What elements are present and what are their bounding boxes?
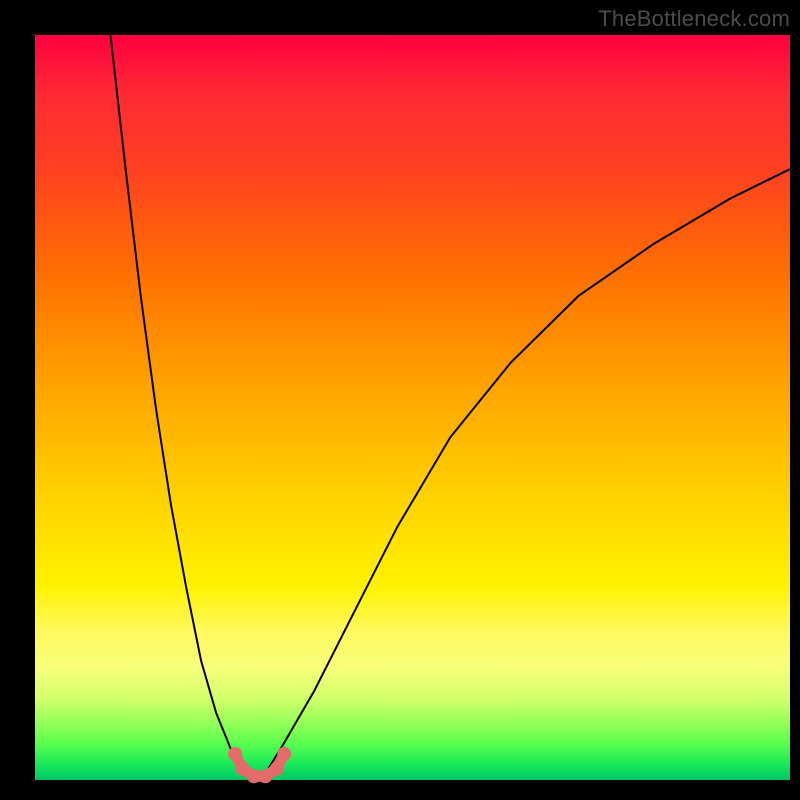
marker-dot — [270, 762, 284, 776]
marker-dot — [228, 747, 242, 761]
marker-dot — [277, 747, 291, 761]
chart-svg — [35, 35, 790, 780]
watermark-text: TheBottleneck.com — [598, 6, 790, 32]
right-curve — [262, 169, 791, 780]
left-curve — [111, 35, 262, 780]
bottleneck-markers — [228, 747, 291, 783]
plot-area — [35, 35, 790, 780]
chart-frame: TheBottleneck.com — [0, 0, 800, 800]
